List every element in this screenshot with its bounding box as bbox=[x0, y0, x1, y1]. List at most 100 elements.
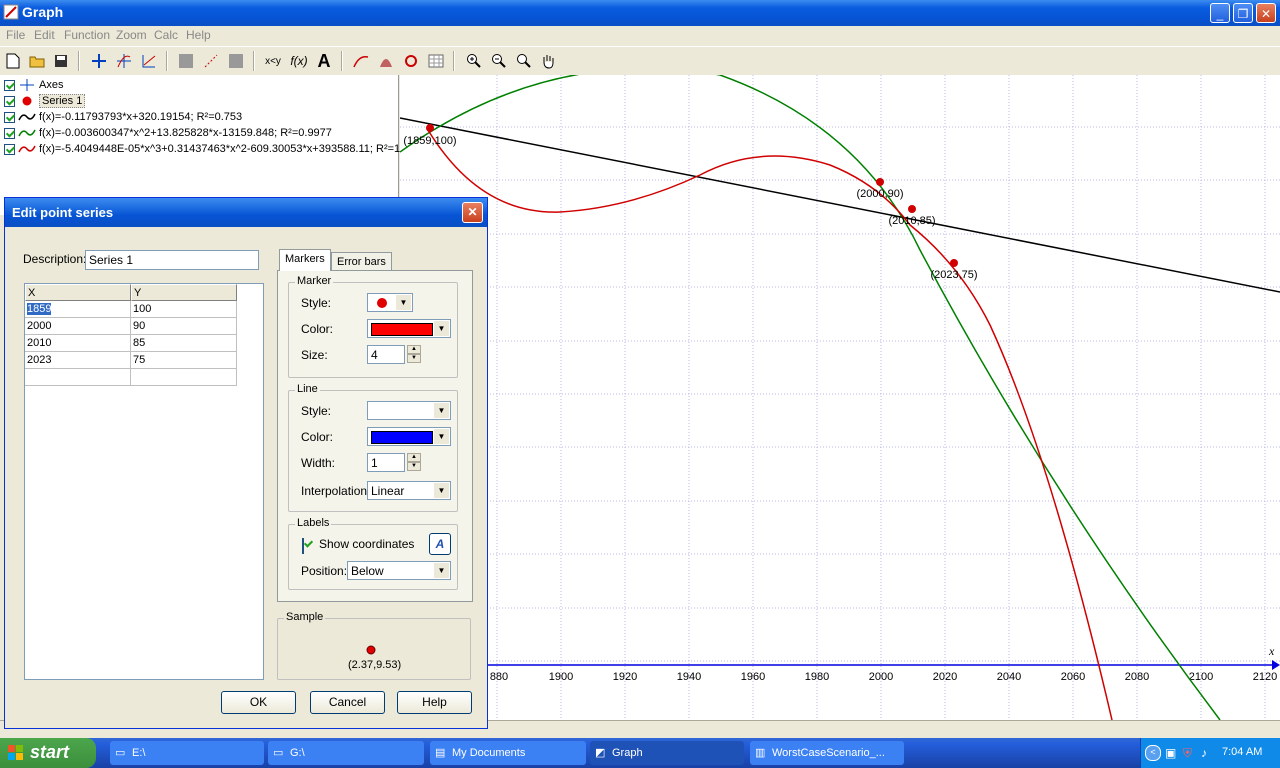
line-color-label: Color: bbox=[301, 430, 334, 444]
grid-cell[interactable]: 85 bbox=[131, 335, 237, 352]
checkbox-checked-icon[interactable] bbox=[4, 79, 15, 91]
spin-down-icon[interactable]: ▼ bbox=[407, 354, 421, 363]
function-list-item[interactable]: f(x)=-0.003600347*x^2+13.825828*x-13159.… bbox=[4, 125, 332, 141]
points-grid[interactable]: X Y 1859 100 2000 90 2010 85 2023 75 bbox=[24, 283, 264, 680]
graph-area[interactable]: x 880 1900 1920 1940 1960 1980 2000 2020… bbox=[399, 67, 1280, 721]
start-button[interactable]: start bbox=[0, 738, 96, 768]
menu-calc[interactable]: Calc bbox=[154, 28, 178, 42]
spin-up-icon[interactable]: ▲ bbox=[407, 345, 421, 354]
insert-trendline-icon[interactable] bbox=[350, 50, 372, 72]
evaluate-icon[interactable] bbox=[400, 50, 422, 72]
function-icon[interactable]: f(x) bbox=[288, 50, 310, 72]
menu-edit[interactable]: Edit bbox=[34, 28, 55, 42]
chevron-down-icon[interactable]: ▼ bbox=[434, 321, 449, 336]
grid-cell[interactable]: 100 bbox=[131, 301, 237, 318]
tab-markers[interactable]: Markers bbox=[279, 249, 331, 271]
checkbox-checked-icon[interactable] bbox=[4, 127, 15, 139]
zoom-out-icon[interactable] bbox=[487, 50, 509, 72]
pan-hand-icon[interactable] bbox=[537, 50, 559, 72]
help-button[interactable]: Help bbox=[397, 691, 472, 714]
chevron-down-icon[interactable]: ▼ bbox=[434, 483, 449, 498]
chevron-down-icon[interactable]: ▼ bbox=[396, 295, 411, 310]
grid-cell[interactable]: 90 bbox=[131, 318, 237, 335]
taskbar-item-graph[interactable]: ◩ Graph bbox=[590, 741, 744, 765]
line-style-select[interactable]: ▼ bbox=[367, 401, 451, 420]
save-icon[interactable] bbox=[50, 50, 72, 72]
shade-icon[interactable] bbox=[175, 50, 197, 72]
taskbar-item-g-drive[interactable]: ▭ G:\ bbox=[268, 741, 424, 765]
axes-icon[interactable] bbox=[88, 50, 110, 72]
label-text-icon[interactable]: A bbox=[313, 50, 335, 72]
series-icon[interactable] bbox=[200, 50, 222, 72]
menu-function[interactable]: Function bbox=[64, 28, 110, 42]
security-shield-icon[interactable]: ⛨ bbox=[1183, 746, 1192, 761]
network-icon[interactable]: ▣ bbox=[1165, 746, 1176, 760]
function-list-item[interactable]: f(x)=-0.11793793*x+320.19154; R²=0.753 bbox=[4, 109, 242, 125]
chevron-down-icon[interactable]: ▼ bbox=[434, 563, 449, 578]
spin-down-icon[interactable]: ▼ bbox=[407, 462, 421, 471]
position-select[interactable]: Below ▼ bbox=[347, 561, 451, 580]
grid-cell[interactable]: 75 bbox=[131, 352, 237, 369]
x-tick-label: 1960 bbox=[741, 671, 765, 683]
shading-icon[interactable] bbox=[375, 50, 397, 72]
function-list-item[interactable]: f(x)=-5.4049448E-05*x^3+0.31437463*x^2-6… bbox=[4, 141, 400, 157]
chevron-down-icon[interactable]: ▼ bbox=[434, 403, 449, 418]
open-folder-icon[interactable] bbox=[26, 50, 48, 72]
toolbar-separator bbox=[78, 51, 80, 71]
grid-cell[interactable] bbox=[131, 369, 237, 386]
speaker-icon[interactable]: ♪ bbox=[1201, 746, 1207, 760]
grid-cell[interactable]: 2010 bbox=[25, 335, 131, 352]
trendline-icon[interactable] bbox=[225, 50, 247, 72]
line-width-input[interactable] bbox=[367, 453, 405, 472]
close-button[interactable]: ✕ bbox=[1256, 3, 1276, 23]
show-coordinates-checkbox[interactable] bbox=[302, 538, 304, 554]
grid-cell-selected[interactable]: 1859 bbox=[27, 303, 52, 315]
dialog-close-icon[interactable]: ✕ bbox=[462, 202, 483, 223]
zoom-standard-icon[interactable] bbox=[512, 50, 534, 72]
grid-cell[interactable] bbox=[25, 369, 131, 386]
function-list-item[interactable]: Series 1 bbox=[4, 93, 86, 109]
column-header-x[interactable]: X bbox=[25, 284, 131, 301]
chevron-down-icon[interactable]: ▼ bbox=[434, 429, 449, 444]
grid-cell[interactable]: 2023 bbox=[25, 352, 131, 369]
checkbox-checked-icon[interactable] bbox=[4, 111, 15, 123]
function-list-item[interactable]: Axes bbox=[4, 77, 63, 93]
taskbar-item-my-documents[interactable]: ▤ My Documents bbox=[430, 741, 586, 765]
new-file-icon[interactable] bbox=[2, 50, 24, 72]
font-icon[interactable]: A bbox=[429, 533, 451, 555]
menu-zoom[interactable]: Zoom bbox=[116, 28, 147, 42]
spin-up-icon[interactable]: ▲ bbox=[407, 453, 421, 462]
marker-style-select[interactable]: ▼ bbox=[367, 293, 413, 312]
taskbar-item-worstcasescenario[interactable]: ▥ WorstCaseScenario_... bbox=[750, 741, 904, 765]
interpolation-select[interactable]: Linear ▼ bbox=[367, 481, 451, 500]
insert-function-icon[interactable] bbox=[113, 50, 135, 72]
checkbox-checked-icon[interactable] bbox=[4, 95, 15, 107]
taskbar-item-e-drive[interactable]: ▭ E:\ bbox=[110, 741, 264, 765]
menu-file[interactable]: File bbox=[6, 28, 25, 42]
grid-cell[interactable]: 2000 bbox=[25, 318, 131, 335]
minimize-button[interactable]: _ bbox=[1210, 3, 1230, 23]
insert-tangent-icon[interactable] bbox=[138, 50, 160, 72]
description-input[interactable] bbox=[85, 250, 259, 270]
cancel-button[interactable]: Cancel bbox=[310, 691, 385, 714]
line-width-stepper[interactable]: ▲ ▼ bbox=[407, 453, 421, 472]
zoom-in-icon[interactable] bbox=[462, 50, 484, 72]
point-label: (2023,75) bbox=[930, 269, 977, 281]
marker-size-stepper[interactable]: ▲ ▼ bbox=[407, 345, 421, 364]
column-header-y[interactable]: Y bbox=[131, 284, 237, 301]
graph-canvas[interactable]: x 880 1900 1920 1940 1960 1980 2000 2020… bbox=[399, 67, 1280, 721]
marker-size-input[interactable] bbox=[367, 345, 405, 364]
show-hidden-icons-icon[interactable]: < bbox=[1145, 745, 1161, 761]
tab-error-bars[interactable]: Error bars bbox=[331, 252, 392, 272]
table-icon[interactable] bbox=[425, 50, 447, 72]
relation-icon[interactable]: x<y bbox=[262, 50, 284, 72]
marker-color-select[interactable]: ▼ bbox=[367, 319, 451, 338]
menu-help[interactable]: Help bbox=[186, 28, 211, 42]
show-coordinates-label: Show coordinates bbox=[319, 537, 415, 551]
line-color-select[interactable]: ▼ bbox=[367, 427, 451, 446]
grid-cell[interactable]: 1859 bbox=[25, 301, 131, 318]
ok-button[interactable]: OK bbox=[221, 691, 296, 714]
checkbox-checked-icon[interactable] bbox=[4, 143, 15, 155]
restore-button[interactable]: ❐ bbox=[1233, 3, 1253, 23]
x-tick-label: 2100 bbox=[1189, 671, 1213, 683]
